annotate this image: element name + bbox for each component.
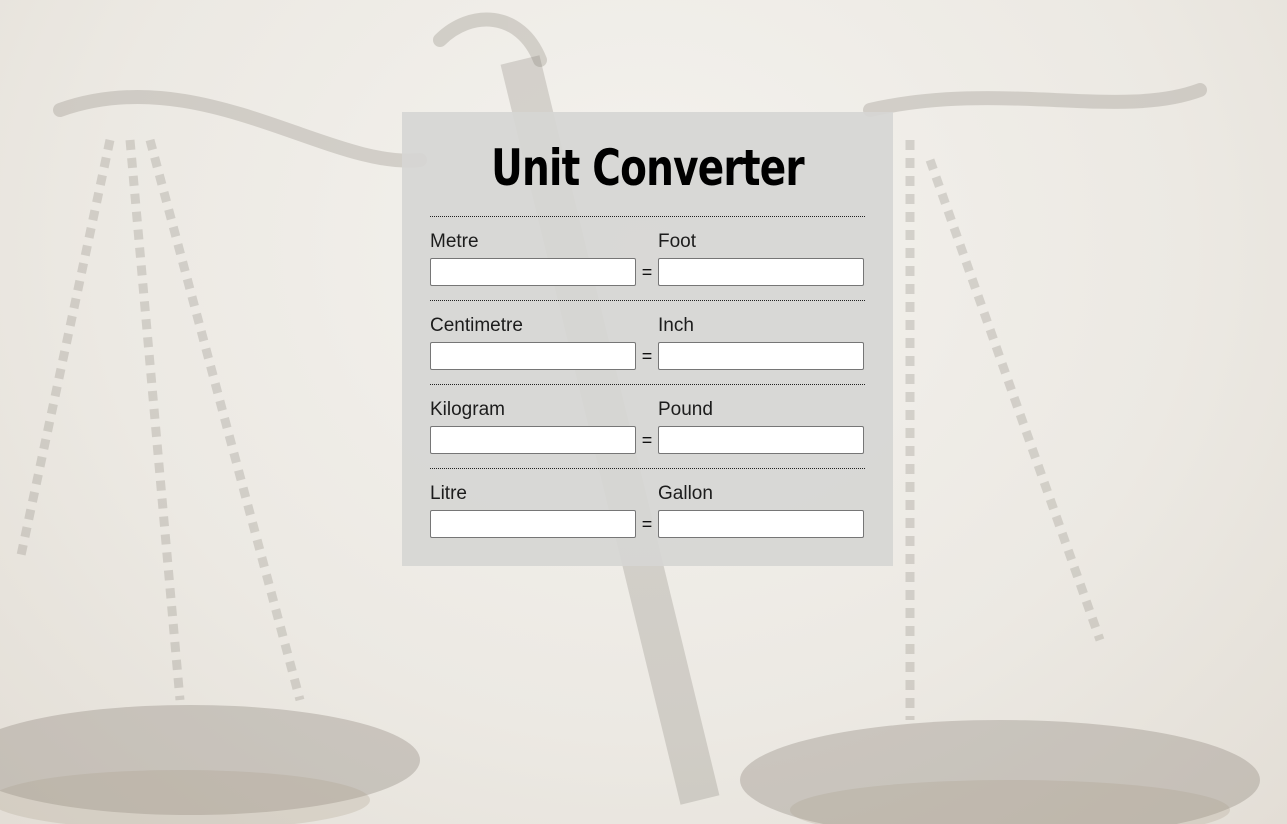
conversion-row-metre-foot: Metre Foot = [430, 216, 865, 300]
conversion-row-kilogram-pound: Kilogram Pound = [430, 384, 865, 468]
foot-label: Foot [658, 231, 697, 252]
foot-input[interactable] [658, 258, 864, 286]
equals-sign: = [641, 430, 653, 450]
pound-label: Pound [658, 399, 713, 420]
page-title: Unit Converter [491, 139, 804, 197]
metre-input[interactable] [430, 258, 636, 286]
conversion-row-centimetre-inch: Centimetre Inch = [430, 300, 865, 384]
pound-input[interactable] [658, 426, 864, 454]
equals-sign: = [641, 346, 653, 366]
centimetre-input[interactable] [430, 342, 636, 370]
litre-input[interactable] [430, 510, 636, 538]
conversion-row-litre-gallon: Litre Gallon = [430, 468, 865, 552]
kilogram-label: Kilogram [430, 399, 505, 420]
inch-input[interactable] [658, 342, 864, 370]
equals-sign: = [641, 514, 653, 534]
inch-label: Inch [658, 315, 694, 336]
gallon-input[interactable] [658, 510, 864, 538]
gallon-label: Gallon [658, 483, 713, 504]
metre-label: Metre [430, 231, 479, 252]
converter-panel: Unit Converter Metre Foot = Centimetre I… [402, 112, 893, 566]
equals-sign: = [641, 262, 653, 282]
litre-label: Litre [430, 483, 467, 504]
kilogram-input[interactable] [430, 426, 636, 454]
centimetre-label: Centimetre [430, 315, 523, 336]
